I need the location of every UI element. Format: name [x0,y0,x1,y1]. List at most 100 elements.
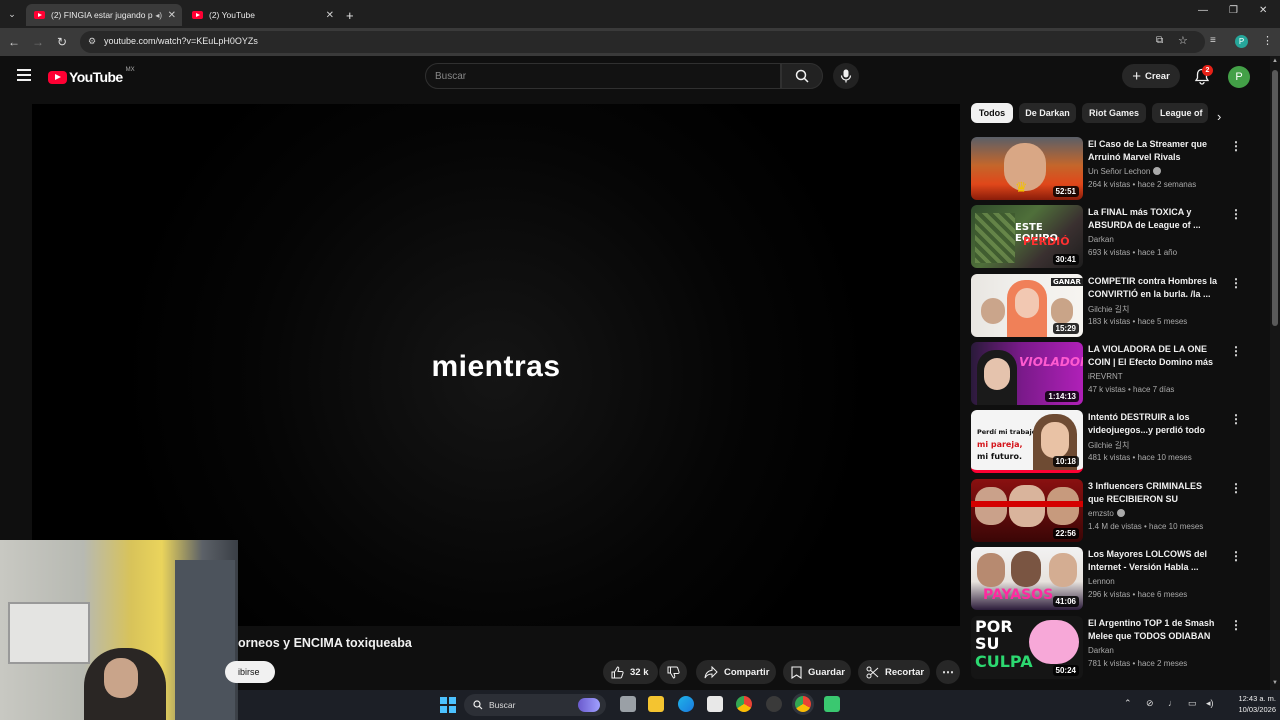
recommendation-item[interactable]: VIOLADORA 1:14:13 LA VIOLADORA DE LA ONE… [971,342,1246,406]
maximize-icon[interactable]: ❐ [1229,5,1238,16]
create-button[interactable]: + Crear [1122,64,1180,88]
tray-chevron-icon[interactable]: ⌃ [1124,698,1132,709]
chip-riot-games[interactable]: Riot Games [1082,103,1146,123]
reading-list-icon[interactable]: ≡ [1210,35,1216,46]
save-button[interactable]: Guardar [783,660,851,684]
omnibox[interactable]: ⚙ youtube.com/watch?v=KEuLpH0OYZs ⧉ ☆ [80,31,1205,53]
more-options-icon[interactable]: ⋮ [1230,412,1242,426]
recommendation-item[interactable]: PAYASOS 41:06 Los Mayores LOLCOWS del In… [971,547,1246,611]
microphone-tray-icon[interactable]: ♩ [1168,698,1177,708]
windows-start-icon[interactable] [440,697,456,713]
task-view-icon[interactable] [620,696,636,712]
more-options-icon[interactable]: ⋮ [1230,276,1242,290]
like-button[interactable]: 32 k [603,660,658,684]
channel-name[interactable]: Gilchie 길치 [1088,304,1129,315]
browser-menu-icon[interactable]: ⋮ [1262,34,1273,47]
chip-all[interactable]: Todos [971,103,1013,123]
display-icon[interactable]: ▭ [1188,698,1197,709]
video-thumbnail[interactable]: Perdí mi trabajo, mi pareja, mi futuro. … [971,410,1083,473]
scroll-down-icon[interactable]: ▼ [1272,680,1278,686]
video-thumbnail[interactable]: GANAR 15:29 [971,274,1083,337]
hamburger-menu-icon[interactable] [17,69,31,81]
channel-name[interactable]: Darkan [1088,235,1114,244]
recommendation-title[interactable]: 3 Influencers CRIMINALES que RECIBIERON … [1088,480,1220,507]
dislike-button[interactable] [659,660,687,684]
recommendation-item[interactable]: Perdí mi trabajo, mi pareja, mi futuro. … [971,410,1246,474]
channel-name[interactable]: emzsto [1088,509,1125,518]
account-avatar[interactable]: P [1228,66,1250,88]
recommendation-item[interactable]: ♛ 52:51 El Caso de La Streamer que Arrui… [971,137,1246,201]
minimize-icon[interactable]: — [1198,5,1208,16]
more-options-icon[interactable]: ⋮ [1230,139,1242,153]
tab-search-chevron-icon[interactable]: ⌄ [4,6,20,22]
search-input[interactable]: Buscar [425,63,781,89]
video-thumbnail[interactable]: VIOLADORA 1:14:13 [971,342,1083,405]
chips-next-chevron-icon[interactable]: › [1217,109,1221,124]
install-app-icon[interactable]: ⧉ [1156,35,1163,46]
store-icon[interactable] [707,696,723,712]
reload-icon[interactable]: ↻ [54,34,70,50]
network-icon[interactable]: ⊘ [1146,698,1154,709]
video-thumbnail[interactable]: PAYASOS 41:06 [971,547,1083,610]
chip-league-of[interactable]: League of [1152,103,1208,123]
recommendation-title[interactable]: El Argentino TOP 1 de Smash Melee que TO… [1088,617,1220,643]
tab-video[interactable]: (2) FINGIA estar jugando p ◂) ✕ [26,4,182,26]
recommendation-title[interactable]: El Caso de La Streamer que Arruinó Marve… [1088,138,1220,164]
obs-icon[interactable] [766,696,782,712]
close-window-icon[interactable]: ✕ [1259,5,1267,16]
scrollbar-thumb[interactable] [1272,70,1278,326]
more-actions-icon[interactable]: ⋯ [936,660,960,684]
chip-de-darkan[interactable]: De Darkan [1019,103,1076,123]
recommendation-item[interactable]: ESTE EQUIPO PERDIÓ 30:41 La FINAL más TO… [971,205,1246,269]
recommendation-title[interactable]: Los Mayores LOLCOWS del Internet - Versi… [1088,548,1220,574]
channel-name[interactable]: Gilchie 길치 [1088,440,1129,451]
volume-icon[interactable]: ◂) [1206,698,1214,709]
site-info-icon[interactable]: ⚙ [88,36,96,47]
back-icon[interactable]: ← [6,34,22,50]
more-options-icon[interactable]: ⋮ [1230,344,1242,358]
more-options-icon[interactable]: ⋮ [1230,207,1242,221]
tab-youtube[interactable]: (2) YouTube ✕ [184,4,340,26]
url-text[interactable]: youtube.com/watch?v=KEuLpH0OYZs [104,36,258,46]
video-thumbnail[interactable]: 22:56 [971,479,1083,542]
scroll-up-icon[interactable]: ▲ [1272,58,1278,64]
forward-icon[interactable]: → [30,34,46,50]
video-thumbnail[interactable]: POR SU CULPA 50:24 [971,616,1083,679]
recommendation-item[interactable]: 22:56 3 Influencers CRIMINALES que RECIB… [971,479,1246,543]
chrome-active-icon[interactable] [795,696,811,712]
recommendation-title[interactable]: COMPETIR contra Hombres la CONVIRTIÓ en … [1088,275,1220,301]
youtube-logo[interactable]: YouTube MX [48,67,135,85]
new-tab-button[interactable]: + [342,4,362,26]
page-scrollbar[interactable]: ▲ ▼ [1270,56,1280,690]
more-options-icon[interactable]: ⋮ [1230,549,1242,563]
recommendation-title[interactable]: LA VIOLADORA DE LA ONE COIN | El Efecto … [1088,343,1220,370]
close-tab-icon[interactable]: ✕ [326,10,334,21]
taskbar-search[interactable]: Buscar [464,694,606,716]
channel-name[interactable]: Un Señor Lechon [1088,167,1162,176]
recommendation-item[interactable]: POR SU CULPA 50:24 El Argentino TOP 1 de… [971,616,1246,680]
video-thumbnail[interactable]: ESTE EQUIPO PERDIÓ 30:41 [971,205,1083,268]
edge-icon[interactable] [678,696,694,712]
more-options-icon[interactable]: ⋮ [1230,618,1242,632]
app-icon[interactable] [824,696,840,712]
clip-button[interactable]: Recortar [858,660,930,684]
taskbar-clock[interactable]: 12:43 a. m. 10/03/2026 [1228,693,1276,715]
chrome-icon[interactable] [736,696,752,712]
channel-name[interactable]: iREVRNT [1088,372,1123,381]
search-button[interactable] [781,63,823,89]
channel-name[interactable]: Lennon [1088,577,1115,586]
recommendation-title[interactable]: Intentó DESTRUIR a los videojuegos...y p… [1088,411,1220,437]
share-button[interactable]: Compartir [696,660,776,684]
bookmark-star-icon[interactable]: ☆ [1178,34,1188,47]
recommendation-title[interactable]: La FINAL más TOXICA y ABSURDA de League … [1088,206,1220,232]
subscribe-button[interactable]: ibirse [225,661,275,683]
recommendation-item[interactable]: GANAR 15:29 COMPETIR contra Hombres la C… [971,274,1246,338]
file-explorer-icon[interactable] [648,696,664,712]
voice-search-button[interactable] [833,63,859,89]
notifications-button[interactable]: 2 [1194,65,1213,90]
close-tab-icon[interactable]: ✕ [168,10,176,21]
channel-name[interactable]: Darkan [1088,646,1114,655]
speaker-icon[interactable]: ◂) [155,11,162,20]
profile-avatar[interactable]: P [1235,35,1248,48]
more-options-icon[interactable]: ⋮ [1230,481,1242,495]
